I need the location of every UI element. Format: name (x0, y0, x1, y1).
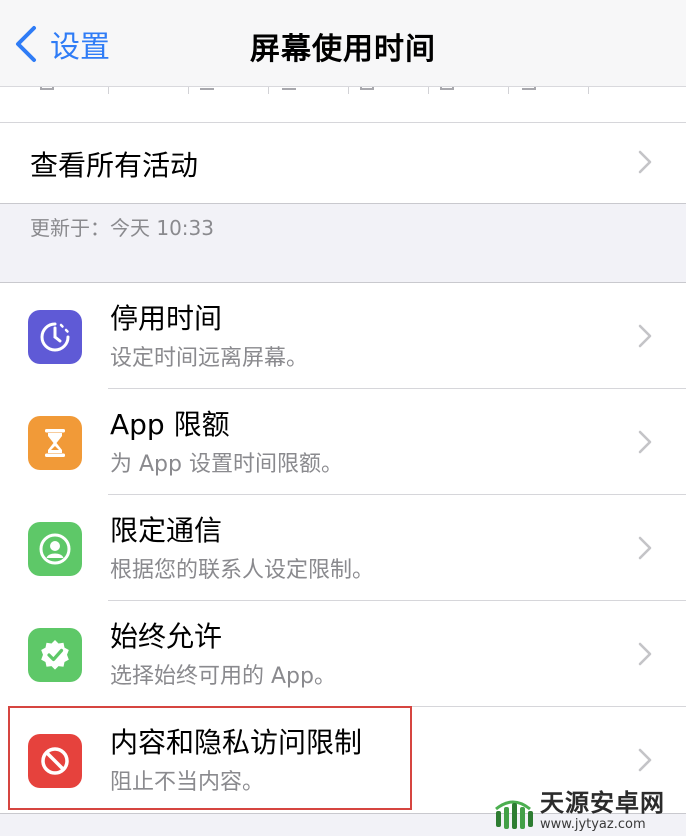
page-title: 屏幕使用时间 (250, 32, 436, 67)
watermark: 天源安卓网 www.jytyaz.com (490, 788, 678, 834)
row-subtitle: 阻止不当内容。 (110, 770, 265, 795)
row-app-limits[interactable]: App 限额 为 App 设置时间限额。 (0, 389, 686, 495)
row-communication-limits[interactable]: 限定通信 根据您的联系人设定限制。 (0, 495, 686, 601)
downtime-icon (28, 310, 82, 364)
row-subtitle: 设定时间远离屏幕。 (110, 346, 309, 371)
usage-chart-remnant (0, 86, 686, 122)
navigation-bar: 设置 屏幕使用时间 (0, 0, 686, 87)
chevron-right-icon (638, 642, 652, 666)
hourglass-icon (28, 416, 82, 470)
android-logo-icon (495, 800, 533, 829)
see-all-activity-cell[interactable]: 查看所有活动 (0, 122, 686, 204)
restriction-icon (28, 734, 82, 788)
chevron-right-icon (638, 150, 652, 174)
row-downtime[interactable]: 停用时间 设定时间远离屏幕。 (0, 283, 686, 389)
contact-icon (28, 522, 82, 576)
row-title: 限定通信 (110, 514, 223, 547)
row-subtitle: 根据您的联系人设定限制。 (110, 558, 375, 583)
chevron-right-icon (638, 536, 652, 560)
settings-group: 停用时间 设定时间远离屏幕。 App 限额 为 App 设置时间限额。 限定通信… (0, 282, 686, 814)
row-subtitle: 选择始终可用的 App。 (110, 664, 336, 689)
watermark-name: 天源安卓网 (540, 789, 665, 817)
see-all-activity-label: 查看所有活动 (30, 149, 199, 182)
row-title: 始终允许 (110, 620, 223, 653)
row-title: 停用时间 (110, 302, 223, 335)
checkmark-badge-icon (28, 628, 82, 682)
row-title: 内容和隐私访问限制 (110, 726, 363, 759)
chevron-right-icon (638, 430, 652, 454)
row-subtitle: 为 App 设置时间限额。 (110, 452, 343, 477)
chevron-right-icon (638, 748, 652, 772)
chevron-right-icon (638, 324, 652, 348)
updated-timestamp: 更新于：今天 10:33 (30, 216, 214, 240)
row-always-allowed[interactable]: 始终允许 选择始终可用的 App。 (0, 601, 686, 707)
row-title: App 限额 (110, 408, 230, 441)
watermark-url: www.jytyaz.com (540, 817, 646, 832)
